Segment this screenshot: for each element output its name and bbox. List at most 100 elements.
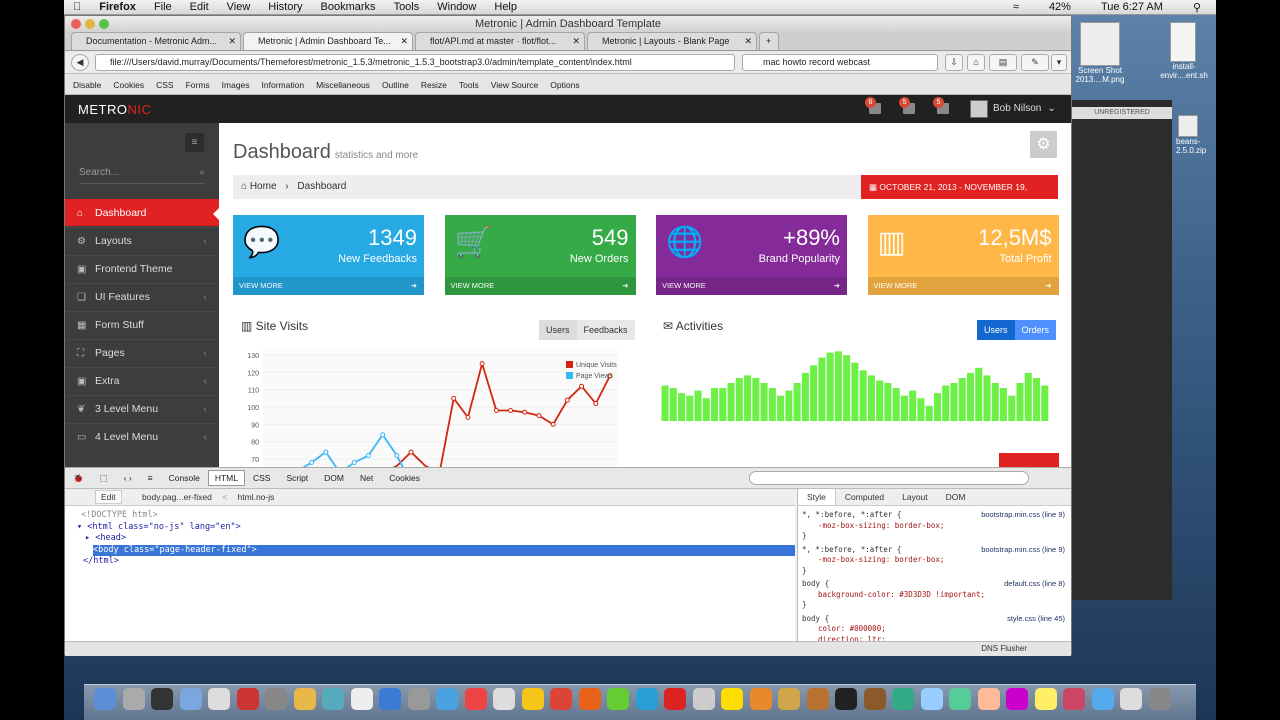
dock-app-icon[interactable] — [208, 688, 230, 710]
orders-button[interactable]: Orders — [1014, 320, 1057, 340]
menu-file[interactable]: File — [145, 1, 181, 13]
bookmarks-icon[interactable]: ▤ — [989, 54, 1017, 71]
menu-app[interactable]: Firefox — [90, 1, 145, 13]
menu-edit[interactable]: Edit — [181, 1, 218, 13]
dock-app-icon[interactable] — [379, 688, 401, 710]
firebug-icon[interactable]: 🐞 — [65, 473, 92, 484]
dock-app-icon[interactable] — [692, 688, 715, 710]
wd-disable[interactable]: Disable — [73, 80, 101, 90]
tab-script[interactable]: Script — [278, 473, 316, 483]
downloads-icon[interactable]: ⇩ — [945, 54, 963, 71]
zoom-window-button[interactable] — [99, 19, 109, 29]
apple-icon[interactable]:  — [64, 1, 90, 13]
search-bar[interactable]: mac howto record webcast — [742, 54, 938, 71]
wd-tools[interactable]: Tools — [459, 80, 479, 90]
edit-button[interactable]: Edit — [95, 490, 122, 504]
wd-view-source[interactable]: View Source — [491, 80, 539, 90]
sidebar-item-frontend-theme[interactable]: ▣ Frontend Theme — [65, 255, 219, 282]
tab-css[interactable]: CSS — [245, 473, 278, 483]
dock-app-icon[interactable] — [863, 688, 886, 710]
menu-tools[interactable]: Tools — [385, 1, 429, 13]
tab-computed[interactable]: Computed — [836, 489, 893, 505]
sidebar-item-layouts[interactable]: ⚙ Layouts ‹ — [65, 227, 219, 254]
wd-images[interactable]: Images — [222, 80, 250, 90]
dock-app-icon[interactable] — [322, 688, 344, 710]
css-rule[interactable]: *, *:before, *:after {bootstrap.min.css … — [802, 545, 1067, 577]
css-source-link[interactable]: bootstrap.min.css (line 9) — [981, 510, 1065, 521]
tab-console[interactable]: Console — [161, 473, 208, 483]
breadcrumb-home[interactable]: Home — [250, 181, 277, 192]
dock-app-icon[interactable] — [578, 688, 601, 710]
dock-app-icon[interactable] — [778, 688, 800, 710]
sidebar-item-4-level-menu[interactable]: ▭ 4 Level Menu ‹ — [65, 423, 219, 450]
menu-icon[interactable]: ▾ — [1051, 54, 1067, 71]
dock-app-icon[interactable] — [1034, 688, 1057, 710]
logo[interactable]: METRONIC — [78, 102, 151, 117]
dock-app-icon[interactable] — [550, 688, 572, 710]
inspect-icon[interactable]: ⬚ — [92, 473, 116, 484]
search-icon[interactable]: ⌕ — [199, 167, 205, 178]
inbox-icon[interactable]: 5 — [899, 97, 915, 114]
dock-app-icon[interactable] — [407, 688, 430, 710]
sidebar-item-extra[interactable]: ▣ Extra ‹ — [65, 367, 219, 394]
date-range-picker[interactable]: ▦ OCTOBER 21, 2013 - NOVEMBER 19, 2013 ⌄ — [861, 175, 1058, 216]
dock-app-icon[interactable] — [521, 688, 544, 710]
crumb-html[interactable]: html.no-js — [238, 492, 275, 502]
minimize-window-button[interactable] — [85, 19, 95, 29]
dock-app-icon[interactable] — [721, 688, 743, 710]
dock-app-icon[interactable] — [977, 688, 1000, 710]
css-source-link[interactable]: default.css (line 8) — [1004, 579, 1065, 590]
menu-bookmarks[interactable]: Bookmarks — [312, 1, 385, 13]
wd-css[interactable]: CSS — [156, 80, 173, 90]
tab-style[interactable]: Style — [798, 489, 836, 505]
sidebar-item-pages[interactable]: ⛶ Pages ‹ — [65, 339, 219, 366]
tab-cookies[interactable]: Cookies — [381, 473, 428, 483]
firebug-search-input[interactable] — [749, 471, 1029, 485]
dock-app-icon[interactable] — [806, 688, 829, 710]
close-tab-icon[interactable]: ✕ — [572, 33, 580, 50]
dock-app-icon[interactable] — [920, 688, 943, 710]
tab-html[interactable]: HTML — [207, 470, 245, 486]
css-source-link[interactable]: style.css (line 45) — [1007, 614, 1065, 625]
desktop-file-beans[interactable]: beans-2.5.0.zip — [1176, 115, 1216, 165]
dock-app-icon[interactable] — [664, 688, 686, 710]
users-button[interactable]: Users — [539, 320, 577, 340]
dock-app-icon[interactable] — [94, 688, 116, 710]
new-tab-button[interactable]: + — [759, 32, 779, 50]
home-icon[interactable]: ⌂ — [967, 54, 985, 71]
dock-app-icon[interactable] — [607, 688, 629, 710]
battery-status[interactable]: 42% — [1040, 1, 1080, 14]
tab-net[interactable]: Net — [352, 473, 381, 483]
dock-app-icon[interactable] — [350, 688, 373, 710]
menu-window[interactable]: Window — [428, 1, 485, 13]
user-menu[interactable]: Bob Nilson ⌄ — [970, 99, 1056, 119]
dock-app-icon[interactable] — [892, 688, 914, 710]
dock-app-icon[interactable] — [236, 688, 259, 710]
tab-flot[interactable]: flot/API.md at master · flot/flot... ✕ — [415, 32, 585, 50]
css-source-link[interactable]: bootstrap.min.css (line 9) — [981, 545, 1065, 556]
settings-gear-icon[interactable]: ⚙ — [1030, 131, 1057, 158]
back-button[interactable]: ◀ — [71, 54, 89, 71]
sidebar-search-input[interactable]: Search... ⌕ — [79, 167, 205, 184]
tab-layouts[interactable]: Metronic | Layouts - Blank Page ✕ — [587, 32, 757, 50]
desktop-file-install[interactable]: install-envir....ent.sh — [1156, 22, 1212, 92]
nav-arrows-icon[interactable]: ‹ › — [116, 473, 140, 483]
wd-outline[interactable]: Outline — [382, 80, 409, 90]
menu-view[interactable]: View — [218, 1, 260, 13]
tab-documentation[interactable]: Documentation - Metronic Adm... ✕ — [71, 32, 241, 50]
sidebar-item-form-stuff[interactable]: ▦ Form Stuff — [65, 311, 219, 338]
sidebar-toggler-icon[interactable]: ≡ — [185, 133, 204, 152]
tab-dom-style[interactable]: DOM — [937, 489, 975, 505]
sidebar-item-3-level-menu[interactable]: ❦ 3 Level Menu ‹ — [65, 395, 219, 422]
dock-app-icon[interactable] — [293, 688, 316, 710]
feedbacks-button[interactable]: Feedbacks — [576, 320, 635, 340]
view-more-link[interactable]: VIEW MORE ➜ — [867, 277, 1059, 295]
dock-app-icon[interactable] — [1148, 688, 1171, 710]
close-window-button[interactable] — [71, 19, 81, 29]
wd-forms[interactable]: Forms — [186, 80, 210, 90]
users-button[interactable]: Users — [977, 320, 1015, 340]
dock-app-icon[interactable] — [179, 688, 202, 710]
close-tab-icon[interactable]: ✕ — [228, 33, 236, 50]
dock-app-icon[interactable] — [493, 688, 515, 710]
dock-app-icon[interactable] — [1006, 688, 1028, 710]
